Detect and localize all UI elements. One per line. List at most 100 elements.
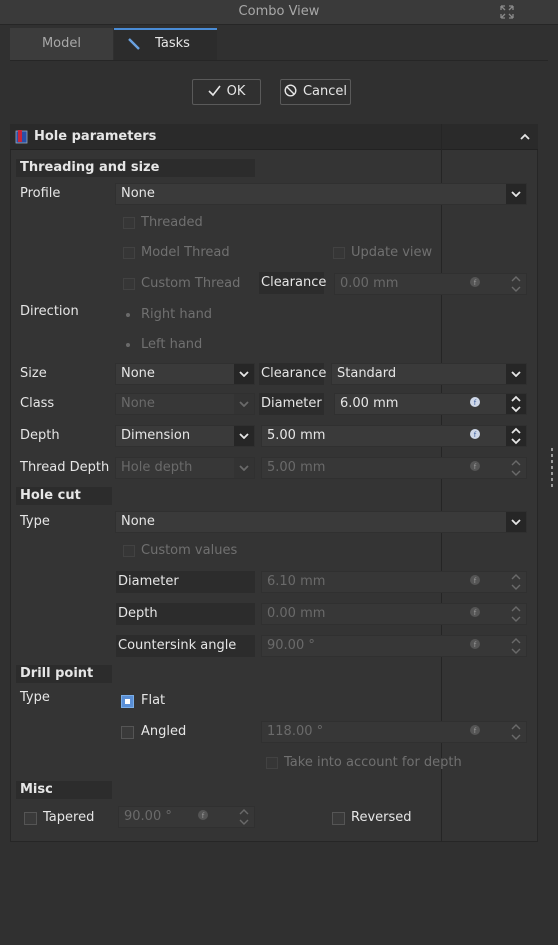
hole-cut-type-label: Type: [20, 514, 50, 529]
take-into-account-checkbox[interactable]: [266, 757, 278, 769]
expand-icon[interactable]: [499, 4, 515, 20]
stepper-icon: [511, 606, 521, 622]
diameter-label: Diameter: [259, 393, 324, 415]
stepper-icon: [511, 638, 521, 654]
taper-angle-field[interactable]: 90.00 ° f: [118, 806, 255, 828]
diameter-stepper[interactable]: [506, 394, 526, 414]
custom-thread-label: Custom Thread: [141, 276, 241, 291]
chevron-down-icon: [511, 191, 521, 197]
expression-icon: f: [470, 429, 480, 439]
left-hand-radio[interactable]: [123, 340, 133, 350]
depth-label: Depth: [20, 428, 60, 443]
chevron-down-icon: [239, 401, 249, 407]
hole-cut-type-select[interactable]: None: [115, 511, 527, 533]
expression-icon: f: [470, 575, 480, 585]
hole-feature-icon: [15, 130, 28, 144]
pencil-icon: [128, 38, 140, 50]
hole-cut-diameter-label: Diameter: [116, 571, 255, 593]
expression-icon: f: [470, 639, 480, 649]
right-hand-label: Right hand: [141, 307, 213, 322]
expression-icon: f: [470, 461, 480, 471]
depth-field[interactable]: 5.00 mm f: [261, 425, 527, 447]
taper-angle-stepper[interactable]: [234, 807, 254, 827]
threaded-checkbox[interactable]: [123, 217, 135, 229]
depth-stepper[interactable]: [506, 426, 526, 446]
thread-depth-field[interactable]: 5.00 mm f: [261, 457, 527, 479]
flat-radio[interactable]: [121, 695, 134, 708]
section-hole-cut: Hole cut: [16, 487, 112, 505]
hole-cut-diameter-stepper[interactable]: [506, 572, 526, 592]
tab-divider: [10, 60, 548, 61]
hole-cut-depth-stepper[interactable]: [506, 604, 526, 624]
stepper-icon: [511, 724, 521, 740]
check-icon: [208, 85, 221, 97]
left-hand-label: Left hand: [141, 337, 203, 352]
stepper-icon: [511, 460, 521, 476]
ok-button[interactable]: OK: [192, 79, 261, 105]
section-drill-point: Drill point: [16, 665, 112, 683]
chevron-down-icon: [239, 465, 249, 471]
expression-icon: f: [198, 810, 208, 820]
window-title: Combo View: [238, 4, 320, 19]
reversed-label: Reversed: [351, 810, 412, 825]
countersink-angle-label: Countersink angle: [116, 635, 255, 657]
chevron-down-icon: [511, 519, 521, 525]
tapered-checkbox[interactable]: [24, 812, 37, 825]
size-label: Size: [20, 366, 47, 381]
depth-type-select[interactable]: Dimension: [115, 425, 255, 447]
thread-depth-label: Thread Depth: [20, 460, 110, 475]
profile-select[interactable]: None: [115, 183, 527, 205]
clearance-stepper[interactable]: [506, 274, 526, 294]
diameter-field[interactable]: 6.00 mm f: [334, 393, 527, 415]
countersink-angle-stepper[interactable]: [506, 636, 526, 656]
title-bar: Combo View: [0, 0, 558, 25]
reversed-checkbox[interactable]: [332, 812, 345, 825]
chevron-down-icon: [239, 371, 249, 377]
flat-label: Flat: [141, 693, 166, 708]
countersink-angle-field[interactable]: 90.00 ° f: [261, 635, 527, 657]
size-select[interactable]: None: [115, 363, 255, 385]
chevron-down-icon: [511, 371, 521, 377]
expression-icon: f: [470, 277, 480, 287]
drill-angle-stepper[interactable]: [506, 722, 526, 742]
tab-tasks[interactable]: Tasks: [114, 28, 217, 60]
thread-depth-type-select[interactable]: Hole depth: [115, 457, 255, 479]
hole-cut-depth-field[interactable]: 0.00 mm f: [261, 603, 527, 625]
stepper-icon: [511, 574, 521, 590]
expression-icon: f: [470, 725, 480, 735]
thread-depth-stepper[interactable]: [506, 458, 526, 478]
custom-values-checkbox[interactable]: [123, 545, 135, 557]
stepper-icon: [511, 427, 521, 445]
section-threading-size: Threading and size: [16, 159, 255, 177]
model-thread-label: Model Thread: [141, 245, 230, 260]
clearance-select[interactable]: Standard: [331, 363, 527, 385]
update-view-checkbox[interactable]: [333, 247, 345, 259]
hole-cut-depth-label: Depth: [116, 603, 255, 625]
drill-point-type-label: Type: [20, 690, 50, 705]
hole-cut-diameter-field[interactable]: 6.10 mm f: [261, 571, 527, 593]
splitter-handle[interactable]: [550, 448, 554, 488]
tab-model[interactable]: Model: [10, 28, 113, 60]
class-label: Class: [20, 396, 55, 411]
custom-thread-checkbox[interactable]: [123, 278, 135, 290]
profile-label: Profile: [20, 186, 61, 201]
clearance-field[interactable]: 0.00 mm f: [334, 273, 527, 295]
clearance-label: Clearance: [259, 272, 326, 294]
model-thread-checkbox[interactable]: [123, 247, 135, 259]
cancel-button[interactable]: Cancel: [280, 79, 351, 105]
expression-icon: f: [470, 607, 480, 617]
collapse-icon[interactable]: [520, 133, 530, 140]
size-clearance-label: Clearance: [259, 363, 326, 385]
stepper-icon: [239, 809, 249, 825]
class-select[interactable]: None: [115, 393, 255, 415]
stepper-icon: [511, 276, 521, 292]
drill-angle-field[interactable]: 118.00 ° f: [261, 721, 527, 743]
right-hand-radio[interactable]: [123, 310, 133, 320]
cancel-icon: [284, 84, 297, 97]
update-view-label: Update view: [351, 245, 433, 260]
tab-bar: Model Tasks: [10, 28, 218, 60]
chevron-down-icon: [239, 433, 249, 439]
threaded-label: Threaded: [141, 215, 203, 230]
angled-checkbox[interactable]: [121, 726, 134, 739]
direction-label: Direction: [20, 304, 79, 319]
